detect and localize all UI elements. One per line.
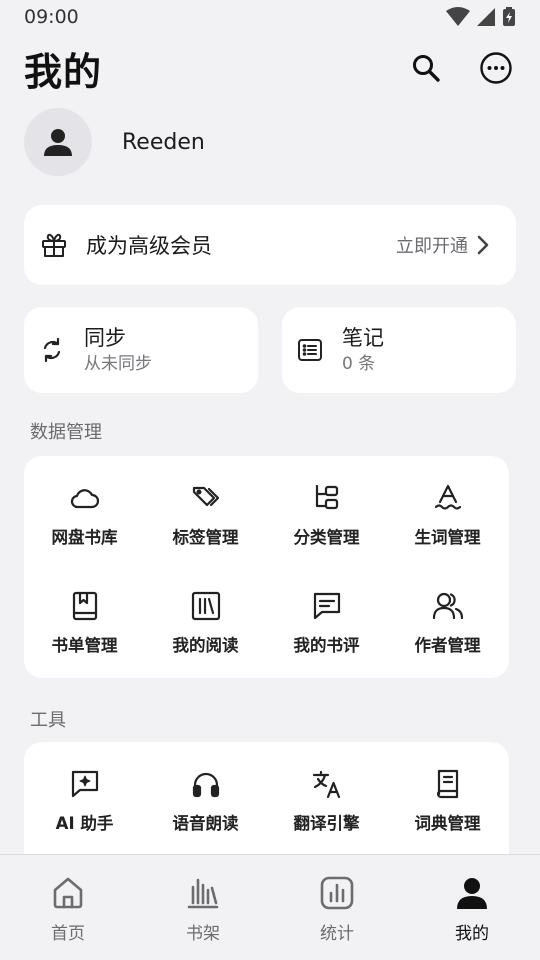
nav-label: 书架 (186, 924, 220, 944)
nav-label: 首页 (51, 924, 85, 944)
gift-icon (40, 231, 68, 259)
authors-icon (432, 590, 464, 622)
grid-item-label: 分类管理 (293, 528, 360, 547)
username[interactable]: Reeden (122, 130, 205, 155)
status-time: 09:00 (24, 6, 79, 28)
avatar[interactable] (24, 108, 92, 176)
nav-item-stats[interactable]: 统计 (277, 875, 397, 944)
vip-action-label: 立即开通 (396, 236, 468, 257)
grid-item-label: 生词管理 (414, 528, 481, 547)
grid-item-category[interactable]: 分类管理 (266, 482, 387, 548)
notes-title: 笔记 (342, 326, 384, 350)
sync-subtitle: 从未同步 (84, 354, 152, 374)
notes-subtitle: 0 条 (342, 354, 376, 374)
review-icon (311, 590, 343, 622)
category-icon (311, 482, 343, 514)
translate-icon (311, 768, 343, 800)
headphones-icon (190, 768, 222, 800)
battery-charging-icon (502, 7, 516, 27)
grid-item-label: 语音朗读 (172, 814, 239, 833)
booklist-icon (69, 590, 101, 622)
nav-item-me[interactable]: 我的 (412, 875, 532, 944)
grid-item-label: 我的书评 (293, 636, 360, 655)
grid-item-ai-assistant[interactable]: AI 助手 (24, 768, 145, 834)
grid-item-translation-engine[interactable]: 翻译引擎 (266, 768, 387, 834)
nav-item-bookshelf[interactable]: 书架 (143, 875, 263, 944)
nav-item-home[interactable]: 首页 (8, 875, 128, 944)
signal-icon (476, 7, 496, 27)
grid-item-label: 作者管理 (414, 636, 481, 655)
wifi-icon (446, 7, 470, 27)
stats-icon (319, 875, 355, 911)
grid-item-label: 网盘书库 (51, 528, 118, 547)
tags-icon (190, 482, 222, 514)
grid-item-cloud-library[interactable]: 网盘书库 (24, 482, 145, 548)
list-icon (296, 336, 324, 364)
library-icon (190, 590, 222, 622)
data-management-card: 网盘书库 标签管理 分类管理 生词管理 书单管理 我的阅读 我的书评 作者管理 (24, 456, 509, 678)
grid-item-label: 翻译引擎 (293, 814, 360, 833)
tools-card: AI 助手 语音朗读 翻译引擎 词典管理 (24, 742, 509, 854)
profile[interactable]: Reeden (24, 108, 205, 176)
page-title: 我的 (24, 49, 103, 94)
bookshelf-icon (185, 875, 221, 911)
header-actions (408, 50, 514, 86)
grid-item-vocabulary[interactable]: 生词管理 (387, 482, 508, 548)
grid-item-voice-reading[interactable]: 语音朗读 (145, 768, 266, 834)
section-label-data-management: 数据管理 (30, 422, 102, 443)
search-button[interactable] (408, 50, 444, 86)
grid-item-label: 词典管理 (414, 814, 481, 833)
grid-item-booklist[interactable]: 书单管理 (24, 590, 145, 656)
vocabulary-icon (432, 482, 464, 514)
grid-item-dictionary[interactable]: 词典管理 (387, 768, 508, 834)
sync-text: 同步 从未同步 (84, 324, 152, 376)
grid-item-authors[interactable]: 作者管理 (387, 590, 508, 656)
search-icon (411, 53, 441, 83)
nav-label: 我的 (455, 924, 489, 944)
more-icon (479, 51, 513, 85)
cloud-icon (69, 482, 101, 514)
grid-item-label: 书单管理 (51, 636, 118, 655)
grid-item-my-reading[interactable]: 我的阅读 (145, 590, 266, 656)
vip-card[interactable]: 成为高级会员 立即开通 (24, 205, 516, 285)
person-icon (454, 875, 490, 911)
more-button[interactable] (478, 50, 514, 86)
grid-item-label: 我的阅读 (172, 636, 239, 655)
nav-label: 统计 (320, 924, 354, 944)
grid-item-label: AI 助手 (55, 814, 114, 833)
ai-chat-icon (69, 768, 101, 800)
chevron-right-icon (476, 234, 490, 256)
section-label-tools: 工具 (30, 710, 66, 731)
vip-label: 成为高级会员 (86, 234, 212, 258)
sync-card[interactable]: 同步 从未同步 (24, 307, 258, 393)
notes-card[interactable]: 笔记 0 条 (282, 307, 516, 393)
header: 我的 (0, 40, 540, 96)
sync-icon (38, 336, 66, 364)
home-icon (50, 875, 86, 911)
grid-item-my-reviews[interactable]: 我的书评 (266, 590, 387, 656)
grid-item-label: 标签管理 (172, 528, 239, 547)
status-bar: 09:00 (0, 0, 540, 34)
status-icons (446, 7, 516, 27)
sync-title: 同步 (84, 326, 126, 350)
dictionary-icon (432, 768, 464, 800)
bottom-nav: 首页 书架 统计 我的 (0, 854, 540, 960)
person-icon (42, 126, 74, 158)
notes-text: 笔记 0 条 (342, 324, 384, 376)
grid-item-tags[interactable]: 标签管理 (145, 482, 266, 548)
vip-open-link[interactable]: 立即开通 (396, 232, 490, 258)
